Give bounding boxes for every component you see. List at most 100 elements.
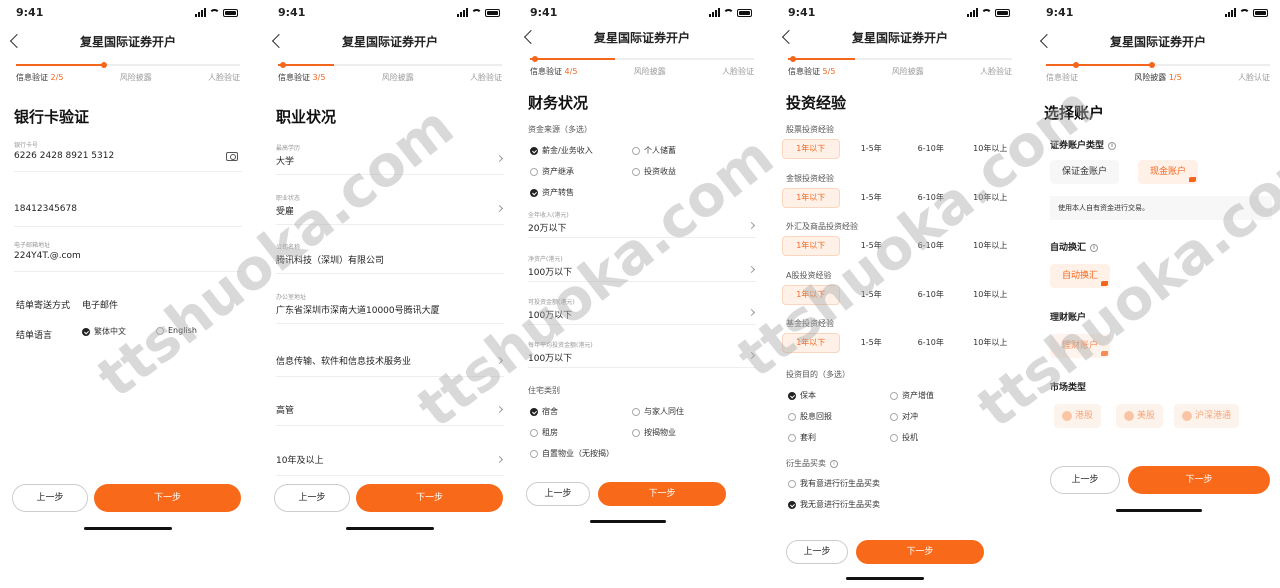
derivative-option[interactable]: 我无意进行衍生品买卖 [788,499,880,510]
experience-chip[interactable]: 6-10年 [903,285,959,305]
info-icon[interactable]: i [830,459,838,468]
experience-chip[interactable]: 1-5年 [844,285,900,305]
experience-chip[interactable]: 1年以下 [782,333,840,353]
delivery-value[interactable]: 电子邮件 [82,298,118,311]
lang-option-english[interactable]: English [156,326,197,335]
step-progress: 信息验证 4/5 风险披露 人脸验证 [530,54,754,80]
source-option[interactable]: 薪金/业务收入 [530,145,593,156]
source-option[interactable]: 资产继承 [530,166,574,177]
experience-chip[interactable]: 6-10年 [903,333,959,353]
page-title: 银行卡验证 [14,108,90,126]
experience-chip[interactable]: 6-10年 [903,236,959,256]
source-option[interactable]: 个人储蓄 [632,145,676,156]
experience-chip[interactable]: 10年以上 [963,188,1019,208]
annual-income-field[interactable]: 全年收入(港元) 20万以下 [528,210,756,238]
housing-option[interactable]: 宿舍 [530,406,558,417]
experience-chip[interactable]: 1-5年 [844,188,900,208]
housing-option[interactable]: 自置物业（无按揭） [530,448,614,459]
market-chip-connect[interactable]: 沪深港通 [1174,404,1240,428]
experience-chip[interactable]: 10年以上 [963,333,1019,353]
next-button[interactable]: 下一步 [94,484,241,512]
page-title: 选择账户 [1044,104,1105,122]
market-chip-us[interactable]: 美股 [1116,404,1164,428]
experience-chip[interactable]: 1-5年 [844,139,900,159]
years-field[interactable]: 10年及以上 [276,444,504,476]
experience-chip[interactable]: 6-10年 [903,139,959,159]
option-label: 按揭物业 [644,428,676,437]
experience-chip[interactable]: 1年以下 [782,236,840,256]
step-current: 风险披露 [1134,73,1167,82]
experience-chip[interactable]: 1年以下 [782,139,840,159]
lang-option-traditional[interactable]: 繁体中文 [82,326,126,337]
step-last: 人脸验证 [721,67,754,76]
housing-option[interactable]: 租房 [530,427,558,438]
education-field[interactable]: 最高学历 大学 [276,143,504,175]
purpose-option[interactable]: 资产增值 [890,390,934,401]
source-option[interactable]: 资产转售 [530,187,574,198]
phone-field[interactable]: 18412345678 [14,195,242,227]
margin-account-chip[interactable]: 保证金账户 [1050,160,1120,184]
market-chip-hk[interactable]: 港股 [1054,404,1102,428]
next-button[interactable]: 下一步 [598,482,726,506]
purpose-option[interactable]: 股息回报 [788,411,832,422]
email-field[interactable]: 电子邮箱地址 224Y4T.@.com [14,240,242,272]
industry-field[interactable]: 信息传输、软件和信息技术服务业 [276,345,504,377]
wealth-account-chip[interactable]: 理财账户 [1050,334,1111,358]
cash-account-chip[interactable]: 现金账户 [1138,160,1199,184]
checkbox-checked-icon [788,391,796,400]
card-number-field[interactable]: 银行卡号 6226 2428 8921 5312 [14,140,242,172]
investable-amount-field[interactable]: 可投资金额(港元) 100万以下 [528,297,756,325]
auto-fx-chip[interactable]: 自动换汇 [1050,264,1111,288]
experience-chip[interactable]: 10年以上 [963,236,1019,256]
experience-chip[interactable]: 1年以下 [782,285,840,305]
experience-chip[interactable]: 10年以上 [963,139,1019,159]
employment-status-field[interactable]: 职业状态 受雇 [276,193,504,225]
avg-investment-field[interactable]: 每年平均投资金额(港元) 100万以下 [528,340,756,368]
source-option[interactable]: 投资收益 [632,166,676,177]
experience-chip[interactable]: 1年以下 [782,188,840,208]
office-address-field[interactable]: 办公室地址 广东省深圳市深南大道10000号腾讯大厦 [276,292,504,324]
option-label: 宿舍 [542,407,558,416]
net-assets-field[interactable]: 净资产(港元) 100万以下 [528,254,756,282]
experience-chip-row: 1年以下 1-5年 6-10年 10年以上 [782,139,1018,159]
experience-chip[interactable]: 1-5年 [844,333,900,353]
field-label: 全年收入(港元) [528,212,569,219]
experience-chip[interactable]: 6-10年 [903,188,959,208]
next-button[interactable]: 下一步 [856,540,984,564]
prev-button[interactable]: 上一步 [274,484,350,512]
status-time: 9:41 [16,6,44,19]
wifi-icon [981,9,992,17]
purpose-option[interactable]: 套利 [788,432,816,443]
housing-option[interactable]: 按揭物业 [632,427,676,438]
company-name-field[interactable]: 公司名称 腾讯科技（深圳）有限公司 [276,242,504,274]
housing-option[interactable]: 与家人同住 [632,406,684,417]
purpose-option[interactable]: 投机 [890,432,918,443]
prev-button[interactable]: 上一步 [526,482,590,506]
screen-occupation: 9:41 复星国际证券开户 信息验证 3/5 风险披露 人脸验证 职业状况 最高学历… [262,0,518,588]
purpose-option[interactable]: 保本 [788,390,816,401]
radio-icon [632,407,640,416]
purpose-option[interactable]: 对冲 [890,411,918,422]
field-value: 腾讯科技（深圳）有限公司 [276,256,385,266]
auto-fx-label: 自动换汇 i [1050,240,1099,253]
prev-button[interactable]: 上一步 [12,484,88,512]
position-field[interactable]: 高管 [276,394,504,426]
info-icon[interactable]: i [1108,141,1117,150]
camera-icon[interactable] [226,152,238,161]
experience-chip-row: 1年以下 1-5年 6-10年 10年以上 [782,333,1018,353]
info-icon[interactable]: i [1090,243,1099,252]
field-label: 可投资金额(港元) [528,299,575,306]
experience-group-label: 基金投资经验 [786,319,834,328]
next-button[interactable]: 下一步 [356,484,503,512]
field-label: 办公室地址 [276,294,307,301]
experience-chip-row: 1年以下 1-5年 6-10年 10年以上 [782,236,1018,256]
prev-button[interactable]: 上一步 [1050,466,1120,494]
cn-flag-icon [1182,410,1192,421]
checkbox-icon [788,412,796,421]
derivative-option[interactable]: 我有意进行衍生品买卖 [788,478,880,489]
experience-chip[interactable]: 1-5年 [844,236,900,256]
next-button[interactable]: 下一步 [1128,466,1270,494]
prev-button[interactable]: 上一步 [786,540,848,564]
experience-chip[interactable]: 10年以上 [963,285,1019,305]
market-type-label: 市场类型 [1050,383,1087,393]
